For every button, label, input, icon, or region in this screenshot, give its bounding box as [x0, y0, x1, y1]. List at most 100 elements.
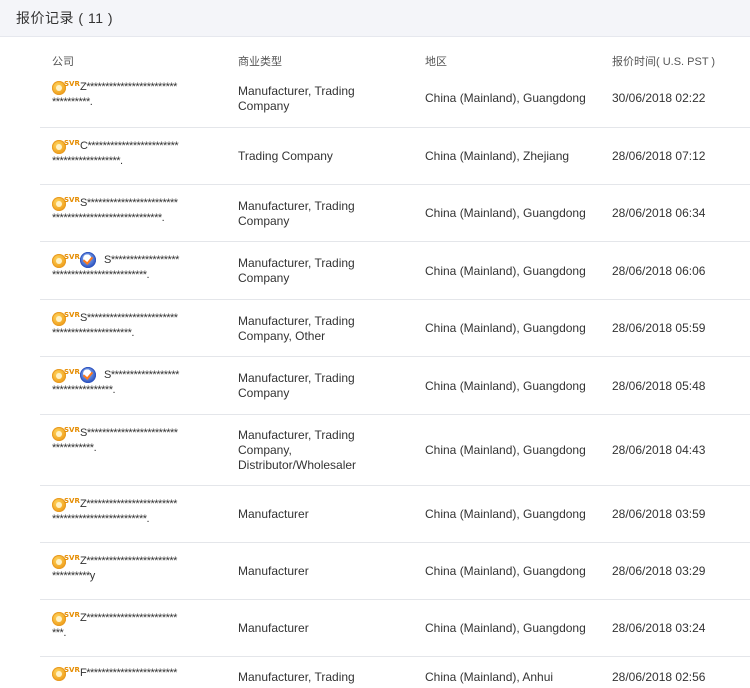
table-row[interactable]: SVR F************************ Manufacturer…	[40, 657, 750, 688]
table-row[interactable]: SVRS************************************…	[40, 242, 750, 300]
company-name-line: SVR S************************	[52, 310, 222, 326]
table-row[interactable]: SVRS************************************…	[40, 185, 750, 242]
svr-badge-label: SVR	[64, 611, 80, 619]
business-type-line: Distributor/Wholesaler	[238, 458, 357, 472]
region-cell: China (Mainland), Guangdong	[425, 564, 586, 578]
company-name-continued[interactable]: ***********.	[52, 441, 222, 456]
svr-badge-label: SVR	[64, 426, 80, 434]
region-cell: China (Mainland), Guangdong	[425, 507, 586, 521]
business-type-line: Company	[238, 99, 290, 113]
svr-badge-label: SVR	[64, 554, 80, 562]
company-name-continued[interactable]: **********.	[52, 95, 222, 110]
company-cell[interactable]: SVR Z************************ **********y	[52, 553, 222, 584]
company-name-line: SVR C************************	[52, 138, 222, 154]
company-name-continued[interactable]: **********y	[52, 569, 222, 584]
region-cell: China (Mainland), Guangdong	[425, 264, 586, 278]
table-row[interactable]: SVR C************************ ************…	[40, 128, 750, 185]
company-name-line: SVR S******************	[52, 367, 222, 383]
business-type-cell: Manufacturer, Trading Company	[238, 371, 398, 401]
company-name[interactable]: S******************	[104, 368, 179, 383]
company-cell[interactable]: SVR Z************************ ************…	[52, 496, 222, 527]
panel-header: 报价记录 ( 11 )	[0, 0, 750, 37]
business-type-line: Manufacturer, Trading	[238, 428, 355, 442]
verified-check-icon	[80, 367, 96, 383]
company-cell[interactable]: SVRS************************************…	[52, 310, 222, 341]
svr-badge-label: SVR	[64, 666, 80, 674]
business-type-line: Company	[238, 214, 290, 228]
company-cell[interactable]: SVR S****************** ****************.	[52, 367, 222, 398]
business-type-cell: Manufacturer, Trading Company	[238, 199, 398, 229]
table-row[interactable]: SVR Z************************ ************…	[40, 486, 750, 543]
column-time: 报价时间( U.S. PST )	[612, 56, 716, 68]
region-cell: China (Mainland), Guangdong	[425, 621, 586, 635]
table-row[interactable]: SVRS************************************…	[40, 300, 750, 357]
business-type-line: Manufacturer, Trading	[238, 256, 355, 270]
company-name-line: SVR Z************************	[52, 610, 222, 626]
company-name[interactable]: S******************	[104, 253, 179, 268]
region-cell: China (Mainland), Guangdong	[425, 443, 586, 457]
table-row[interactable]: SVR Z************************ **********. M…	[40, 69, 750, 128]
company-name[interactable]: C************************	[80, 139, 179, 154]
company-cell[interactable]: SVR F************************	[52, 665, 222, 681]
svr-badge-icon: SVR	[52, 610, 80, 626]
company-name[interactable]: Z************************	[80, 497, 177, 512]
business-type-line: Company, Other	[238, 329, 326, 343]
company-name[interactable]: F************************	[80, 666, 177, 681]
company-name-continued[interactable]: *********************.	[52, 326, 222, 341]
region-cell: China (Mainland), Guangdong	[425, 91, 586, 105]
company-cell[interactable]: SVRS************************************…	[52, 252, 222, 283]
svr-badge-label: SVR	[64, 311, 80, 319]
quote-time-cell: 28/06/2018 04:43	[612, 443, 706, 457]
business-type-cell: Manufacturer	[238, 564, 398, 579]
business-type-line: Trading Company	[238, 149, 333, 163]
company-name-continued[interactable]: ***.	[52, 626, 222, 641]
quote-time-cell: 28/06/2018 03:24	[612, 621, 706, 635]
verified-check-icon	[80, 252, 96, 268]
company-name-continued[interactable]: ****************.	[52, 383, 222, 398]
business-type-line: Manufacturer, Trading	[238, 314, 355, 328]
company-name[interactable]: S************************	[80, 426, 178, 441]
table-row[interactable]: SVR Z************************ **********y M…	[40, 543, 750, 600]
table-row[interactable]: SVR S****************** ****************. M…	[40, 357, 750, 415]
business-type-line: Manufacturer	[238, 564, 309, 578]
company-name-continued[interactable]: *************************.	[52, 268, 222, 283]
company-name[interactable]: S************************	[80, 311, 178, 326]
company-name-line: SVR S******************	[52, 252, 222, 268]
company-cell[interactable]: SVR Z************************ **********.	[52, 79, 222, 110]
table-row[interactable]: SVR S************************ ***********.…	[40, 415, 750, 486]
company-name[interactable]: Z************************	[80, 80, 177, 95]
svr-badge-icon: SVR	[52, 553, 80, 569]
company-name-line: SVR F************************	[52, 665, 222, 681]
business-type-cell: Manufacturer, Trading Company	[238, 256, 398, 286]
company-cell[interactable]: SVR Z************************ ***.	[52, 610, 222, 641]
region-cell: China (Mainland), Guangdong	[425, 379, 586, 393]
company-name-line: SVR Z************************	[52, 496, 222, 512]
svr-badge-icon: SVR	[52, 665, 80, 681]
column-region: 地区	[425, 56, 447, 68]
quote-time-cell: 28/06/2018 02:56	[612, 670, 706, 684]
business-type-line: Company	[238, 386, 290, 400]
panel-title: 报价记录 ( 11 )	[16, 10, 114, 26]
quote-time-cell: 28/06/2018 06:06	[612, 264, 706, 278]
quote-time-cell: 28/06/2018 03:59	[612, 507, 706, 521]
company-name-continued[interactable]: *************************.	[52, 512, 222, 527]
company-name[interactable]: Z************************	[80, 554, 177, 569]
company-cell[interactable]: SVRS************************************…	[52, 195, 222, 226]
business-type-line: Manufacturer, Trading	[238, 84, 355, 98]
quote-time-cell: 28/06/2018 05:48	[612, 379, 706, 393]
table-row[interactable]: SVR Z************************ ***. Manufact…	[40, 600, 750, 657]
company-name[interactable]: S************************	[80, 196, 178, 211]
column-business-type: 商业类型	[238, 56, 282, 68]
svr-badge-icon: SVR	[52, 367, 80, 383]
svr-badge-icon: SVR	[52, 79, 80, 95]
quote-list: SVR Z************************ **********. M…	[40, 69, 750, 688]
column-company: 公司	[52, 56, 74, 68]
business-type-line: Company	[238, 271, 290, 285]
company-cell[interactable]: SVR S************************ ***********.	[52, 425, 222, 456]
svr-badge-label: SVR	[64, 80, 80, 88]
company-name[interactable]: Z************************	[80, 611, 177, 626]
company-name-continued[interactable]: ******************.	[52, 154, 222, 169]
company-cell[interactable]: SVR C************************ ************…	[52, 138, 222, 169]
company-name-continued[interactable]: *****************************.	[52, 211, 222, 226]
business-type-line: Manufacturer	[238, 507, 309, 521]
